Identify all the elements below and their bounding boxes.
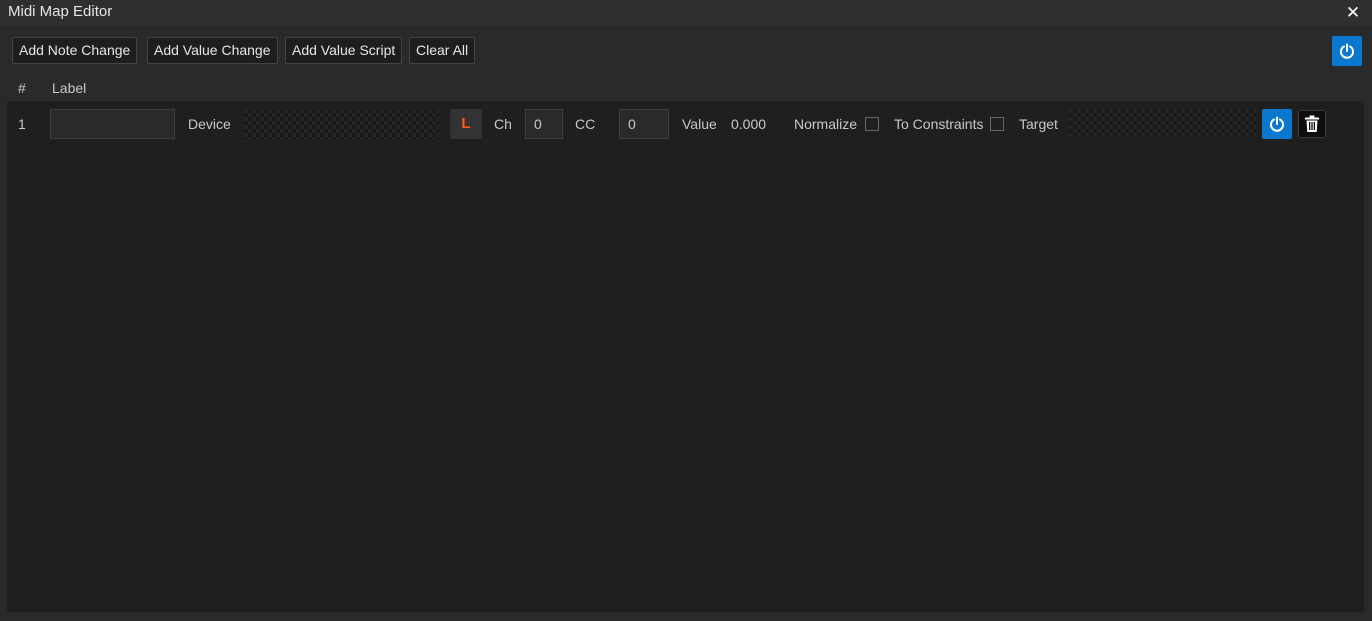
normalize-checkbox[interactable]	[865, 117, 879, 131]
channel-input[interactable]: 0	[525, 109, 563, 139]
value-readout: 0.000	[731, 116, 767, 132]
normalize-label: Normalize	[794, 116, 858, 132]
mapping-power-button[interactable]	[1262, 109, 1292, 139]
title-bar: Midi Map Editor ✕	[0, 0, 1372, 26]
column-header-index: #	[18, 80, 26, 96]
trash-icon	[1305, 115, 1319, 132]
device-selector[interactable]	[244, 109, 438, 139]
close-icon[interactable]: ✕	[1344, 3, 1362, 23]
power-icon	[1340, 43, 1354, 59]
delete-mapping-button[interactable]	[1298, 110, 1326, 138]
label-input[interactable]	[50, 109, 175, 139]
learn-button[interactable]: L	[450, 109, 482, 139]
mapping-list	[7, 101, 1364, 612]
column-header-label: Label	[52, 80, 87, 96]
global-power-button[interactable]	[1332, 36, 1362, 66]
value-label: Value	[682, 116, 717, 132]
device-label: Device	[188, 116, 231, 132]
clear-all-button[interactable]: Clear All	[409, 37, 476, 64]
power-icon	[1270, 116, 1284, 132]
add-note-change-button[interactable]: Add Note Change	[12, 37, 138, 64]
add-value-script-button[interactable]: Add Value Script	[285, 37, 403, 64]
target-selector[interactable]	[1069, 109, 1257, 139]
cc-input[interactable]: 0	[619, 109, 669, 139]
channel-label: Ch	[494, 116, 512, 132]
window-title: Midi Map Editor	[8, 3, 113, 20]
row-index: 1	[18, 116, 26, 132]
target-label: Target	[1019, 116, 1058, 132]
cc-label: CC	[575, 116, 596, 132]
to-constraints-label: To Constraints	[894, 116, 984, 132]
add-value-change-button[interactable]: Add Value Change	[147, 37, 278, 64]
to-constraints-checkbox[interactable]	[990, 117, 1004, 131]
toolbar: Add Note Change Add Value Change Add Val…	[0, 26, 1372, 74]
